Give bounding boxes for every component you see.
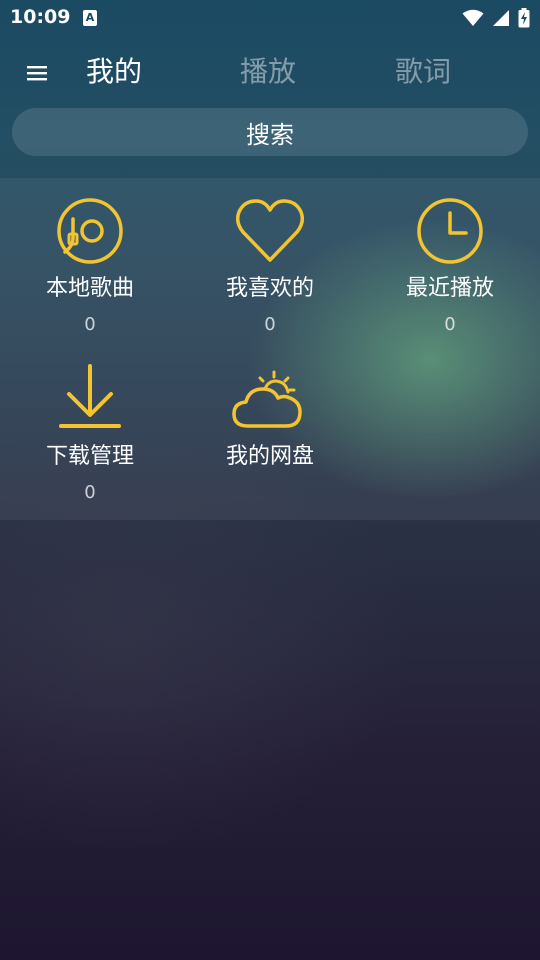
hamburger-menu-icon (27, 66, 47, 81)
grid-item-count: 0 (84, 482, 96, 503)
battery-charging-icon (518, 8, 530, 28)
search-label: 搜索 (246, 120, 294, 149)
grid-item-label: 本地歌曲 (45, 276, 134, 301)
clock-icon (417, 198, 483, 264)
menu-button[interactable] (22, 58, 52, 88)
app-bar: 我的 播放 歌词 (0, 40, 540, 104)
vinyl-record-icon (57, 198, 123, 264)
signal-icon (493, 10, 509, 26)
tab-mine[interactable]: 我的 (86, 54, 142, 90)
grid-item-label: 下载管理 (45, 444, 134, 469)
grid-item-recently-played[interactable]: 最近播放 0 (360, 178, 540, 338)
status-icons (462, 8, 530, 28)
grid-item-count: 0 (264, 314, 276, 335)
download-icon (59, 364, 121, 428)
grid-item-download-manager[interactable]: 下载管理 0 (0, 346, 180, 506)
heart-icon (235, 199, 305, 262)
tab-lyrics[interactable]: 歌词 (395, 54, 451, 90)
grid-item-count: 0 (84, 314, 96, 335)
status-bar: 10:09 A (0, 0, 540, 36)
grid-item-label: 我喜欢的 (225, 276, 314, 301)
grid-item-cloud-drive[interactable]: 我的网盘 (180, 346, 360, 506)
status-time: 10:09 (10, 6, 71, 28)
cloud-sun-icon (232, 370, 302, 428)
wifi-icon (462, 9, 484, 26)
search-bar[interactable]: 搜索 (12, 108, 528, 156)
grid-item-label: 我的网盘 (225, 444, 314, 469)
grid-item-count: 0 (444, 314, 456, 335)
grid-item-label: 最近播放 (405, 276, 494, 301)
grid-item-local-songs[interactable]: 本地歌曲 0 (0, 178, 180, 338)
library-panel: 本地歌曲 0 我喜欢的 0 最近播放 0 下载管理 0 我的网盘 (0, 178, 540, 520)
notification-icon: A (83, 10, 97, 26)
grid-item-favorites[interactable]: 我喜欢的 0 (180, 178, 360, 338)
tab-play[interactable]: 播放 (240, 54, 296, 90)
